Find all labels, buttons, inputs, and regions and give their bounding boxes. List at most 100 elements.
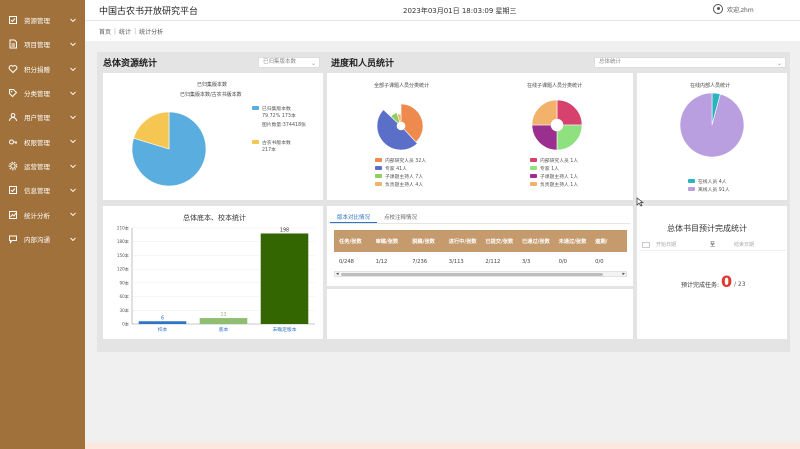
calendar-icon <box>642 241 650 248</box>
legend-item[interactable]: 负责题主持人 1人 <box>530 180 578 188</box>
legend-label: 内部研究人员 1人 <box>540 158 579 164</box>
scroll-right-icon[interactable]: ▸ <box>622 271 625 277</box>
sidebar-item-9[interactable]: 内部沟通 <box>0 227 85 251</box>
gear-icon <box>8 161 18 171</box>
breadcrumb-home[interactable]: 首页 <box>99 27 111 36</box>
legend-label: 子课题主持人 7人 <box>385 174 424 180</box>
bar-value-label: 6 <box>161 315 164 321</box>
table-cell: 0/0 <box>595 259 604 265</box>
y-tick-label: 210本 <box>117 225 130 232</box>
resource-select[interactable]: 已归集版本数 ⌄ <box>258 57 320 68</box>
sidebar-item-0[interactable]: 资源管理 <box>0 8 85 32</box>
sidebar-item-4[interactable]: 用户管理 <box>0 105 85 129</box>
sidebar-item-label: 积分捐赠 <box>24 65 50 74</box>
legend-item[interactable]: 离线人员 91人 <box>688 185 730 193</box>
legend-item[interactable]: 内部研究人员 1人 <box>530 156 578 164</box>
table-header-cell: 已提交/张数 <box>485 238 514 245</box>
all-people-title: 全部子课题人员分类统计 <box>374 83 430 89</box>
books-bar-chart: 0本 30本 60本 90本 120本 150本 180本 210本 6 校本 13 底本 198 未确定… <box>117 225 315 333</box>
table-cell: 3/113 <box>448 259 464 265</box>
legend-label: 专家 41人 <box>385 166 408 172</box>
footer-strip <box>85 442 800 449</box>
pie-slice-负责题主持人[interactable] <box>531 99 558 126</box>
legend-swatch <box>688 187 695 191</box>
legend-label: 负责题主持人 4人 <box>385 182 424 188</box>
legend-swatch <box>375 174 382 178</box>
legend-item[interactable]: 在线人员 4人 <box>688 177 730 185</box>
app-title: 中国古农书开放研究平台 <box>99 7 199 17</box>
legend-item[interactable]: 负责题主持人 4人 <box>375 180 426 188</box>
scrollbar-thumb[interactable] <box>341 273 603 276</box>
pie-slice-离线人员[interactable] <box>679 92 745 158</box>
sidebar-item-7[interactable]: 信息管理 <box>0 178 85 202</box>
y-tick-label: 60本 <box>119 293 129 300</box>
table-header-cell: 脱稿/张数 <box>412 238 435 245</box>
date-range-separator: 至 <box>710 242 716 248</box>
sidebar-item-3[interactable]: 分类管理 <box>0 81 85 105</box>
key-icon <box>8 137 18 147</box>
horizontal-scrollbar[interactable]: ◂ ▸ <box>334 271 627 277</box>
end-date-input[interactable]: 结束日期 <box>734 241 754 248</box>
sidebar-item-1[interactable]: 项目管理 <box>0 32 85 56</box>
legend-swatch <box>530 166 537 170</box>
start-date-input[interactable]: 开始日期 <box>656 241 710 248</box>
breadcrumb-stats[interactable]: 统计 <box>119 27 131 36</box>
user-avatar-icon[interactable] <box>713 4 723 14</box>
legend-label: 离线人员 91人 <box>698 187 730 193</box>
scroll-left-icon[interactable]: ◂ <box>336 271 339 277</box>
pie-slice-专家[interactable] <box>556 124 583 151</box>
y-tick-label: 150本 <box>117 252 130 259</box>
budget-value: 0 <box>721 272 733 291</box>
legend-item[interactable]: 子课题主持人 7人 <box>375 172 426 180</box>
sidebar-item-label: 权限管理 <box>24 138 50 147</box>
legend-label: 专家 1人 <box>540 166 559 172</box>
sidebar-item-6[interactable]: 运营管理 <box>0 154 85 178</box>
pie-slice-内部研究人员[interactable] <box>556 99 583 126</box>
bar-底本[interactable] <box>199 318 248 324</box>
x-tick-label: 未确定版本 <box>273 326 297 333</box>
sidebar-item-label: 分类管理 <box>24 90 50 99</box>
chevron-down-icon <box>70 213 76 217</box>
people-panel <box>327 73 633 200</box>
all-people-legend: 内部研究人员 32人 专家 41人子课题主持人 7人 负责题主持人 4人 <box>375 156 426 188</box>
bar-校本[interactable] <box>138 321 187 324</box>
progress-section-title: 进度和人员统计 <box>331 59 395 69</box>
sidebar-item-2[interactable]: 积分捐赠 <box>0 57 85 81</box>
page-count: 图片数量:374418张 <box>262 123 306 128</box>
legend-label: 内部研究人员 32人 <box>385 158 427 164</box>
bar-value-label: 13 <box>220 312 226 318</box>
bar-未确定版本[interactable] <box>260 233 309 324</box>
sidebar-item-label: 信息管理 <box>24 187 50 196</box>
sub-people-pie-chart <box>531 99 583 151</box>
legend-total-sub: 217本 <box>262 148 276 153</box>
chevron-down-icon <box>70 164 76 168</box>
sidebar-item-8[interactable]: 统计分析 <box>0 202 85 226</box>
legend-item[interactable]: 子课题主持人 1人 <box>530 172 578 180</box>
tab-version-compare[interactable]: 版本对比情况 <box>330 210 378 223</box>
budget-label: 预计完成任务: <box>681 282 720 289</box>
budget-total: / 23 <box>734 281 746 288</box>
pie-slice-子课题主持人[interactable] <box>531 124 558 151</box>
tab-annotation[interactable]: 点校注释情况 <box>377 210 424 223</box>
date-range-picker[interactable]: 开始日期 至 结束日期 <box>640 239 786 251</box>
progress-select[interactable]: 总体统计 ⌄ <box>594 57 786 68</box>
legend-swatch <box>375 182 382 186</box>
chevron-down-icon <box>70 42 76 47</box>
legend-collected: 已归集版本数 <box>262 106 291 112</box>
table-header: 任务/张数 审稿/张数 脱稿/张数 进行中/张数 已提交/张数 已通过/张数 未通过/张数 逾… <box>334 230 627 252</box>
document-icon <box>8 39 18 49</box>
table-row: 0/248 1/12 7/236 3/113 2/112 3/3 0/0 0/0 <box>334 256 627 268</box>
legend-item[interactable]: 内部研究人员 32人 <box>375 156 426 164</box>
legend-item[interactable]: 专家 41人 <box>375 164 426 172</box>
table-cell: 1/12 <box>375 259 388 265</box>
legend-item[interactable]: 专家 1人 <box>530 164 578 172</box>
heart-icon <box>8 64 18 74</box>
chevron-down-icon <box>70 237 76 241</box>
chevron-down-icon <box>70 115 76 120</box>
table-cell: 2/112 <box>485 259 501 265</box>
user-name[interactable]: 欢迎,zhm <box>727 5 754 14</box>
table-header-cell: 已通过/张数 <box>521 238 550 245</box>
y-tick-label: 120本 <box>117 266 130 273</box>
user-menu[interactable]: 欢迎,zhm <box>713 4 754 14</box>
sidebar-item-5[interactable]: 权限管理 <box>0 129 85 153</box>
